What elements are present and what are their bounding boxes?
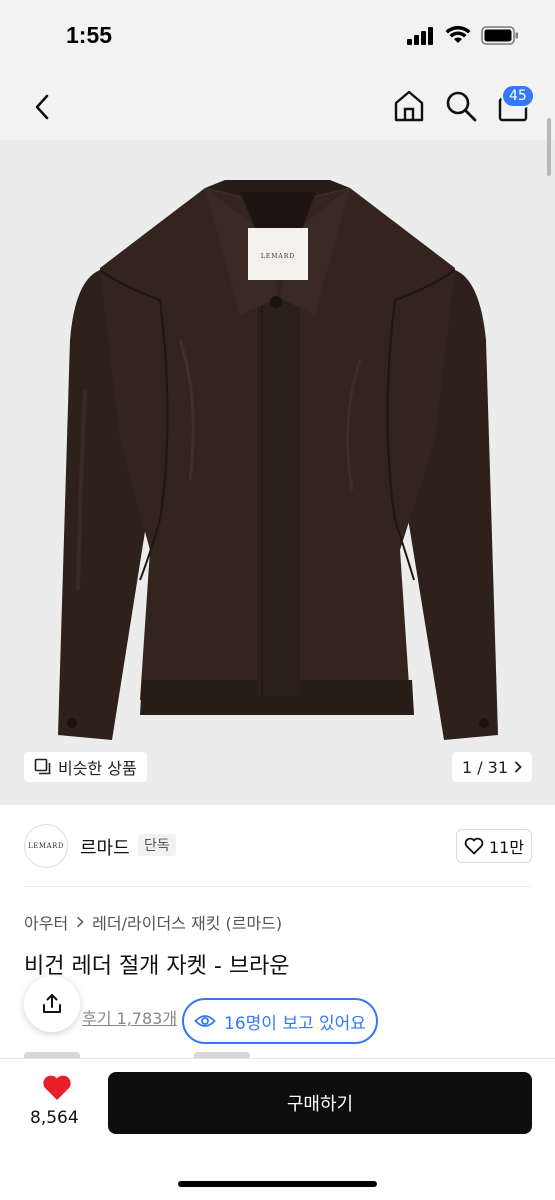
- divider: [24, 886, 531, 887]
- wishlist-button[interactable]: [42, 1074, 72, 1102]
- scroll-indicator: [547, 118, 551, 176]
- chevron-left-icon: [35, 94, 49, 120]
- jacket-label-text: LEMARD: [261, 253, 295, 260]
- similar-products-label: 비슷한 상품: [58, 759, 137, 778]
- share-button[interactable]: [24, 976, 80, 1032]
- image-counter-button[interactable]: 1 / 31: [452, 752, 532, 782]
- leather-jacket-image: LEMARD: [58, 180, 498, 740]
- viewers-count-pill: 16명이 보고 있어요: [182, 998, 378, 1044]
- status-icons: [407, 26, 519, 45]
- back-button[interactable]: [24, 89, 60, 125]
- chevron-right-icon: [77, 916, 84, 928]
- brand-row: LEMARD 르마드 단독 11만: [0, 820, 555, 880]
- share-icon: [43, 994, 61, 1013]
- brand-logo[interactable]: LEMARD: [24, 824, 68, 868]
- wishlist-count: 8,564: [30, 1108, 79, 1128]
- top-nav-bar: [0, 75, 555, 140]
- status-bar: 1:55: [0, 0, 555, 75]
- exclusive-badge: 단독: [138, 834, 176, 856]
- product-title: 비건 레더 절개 자켓 - 브라운: [24, 954, 290, 979]
- brand-like-button[interactable]: 11만: [456, 829, 532, 863]
- heart-filled-icon: [43, 1075, 71, 1100]
- eye-icon: [194, 1015, 216, 1027]
- breadcrumb-item-subcategory[interactable]: 레더/라이더스 재킷 (르마드): [92, 910, 282, 934]
- buy-button-label: 구매하기: [286, 1094, 354, 1115]
- breadcrumb: 아우터 레더/라이더스 재킷 (르마드): [24, 910, 282, 934]
- similar-items-icon: [34, 758, 51, 775]
- brand-like-count: 11만: [488, 838, 525, 857]
- cart-count-badge: 45: [501, 84, 535, 108]
- wifi-icon: [445, 26, 471, 43]
- brand-logo-text: LEMARD: [28, 842, 64, 850]
- signal-icon: [407, 26, 433, 45]
- viewers-count-text: 16명이 보고 있어요: [224, 1013, 366, 1034]
- search-button[interactable]: [442, 87, 480, 125]
- chevron-right-icon: [515, 761, 522, 773]
- brand-name[interactable]: 르마드: [80, 834, 130, 860]
- review-link[interactable]: 후기 1,783개: [82, 1005, 177, 1029]
- heart-outline-icon: [464, 837, 484, 855]
- breadcrumb-item-category[interactable]: 아우터: [24, 910, 68, 934]
- home-button[interactable]: [390, 87, 428, 125]
- similar-products-button[interactable]: 비슷한 상품: [24, 752, 147, 782]
- home-indicator: [178, 1181, 377, 1187]
- status-time: 1:55: [66, 22, 113, 48]
- search-icon: [446, 91, 477, 122]
- product-image[interactable]: LEMARD: [0, 140, 555, 805]
- buy-button[interactable]: 구매하기: [108, 1072, 532, 1134]
- home-icon: [394, 90, 424, 122]
- image-counter-text: 1 / 31: [461, 757, 509, 777]
- battery-icon: [481, 26, 518, 45]
